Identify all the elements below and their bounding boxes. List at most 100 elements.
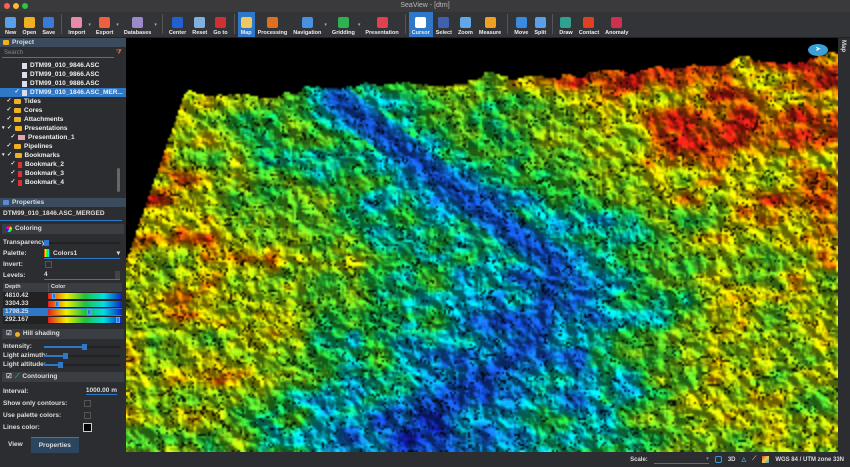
processing-button[interactable]: Processing	[255, 12, 291, 37]
scale-select[interactable]: ▾	[653, 456, 709, 464]
move-button[interactable]: Move	[511, 12, 531, 37]
contouring-section[interactable]: ☑ ⟋ Contouring	[2, 372, 124, 382]
chevron-down-icon[interactable]: ▾	[324, 22, 327, 28]
checkbox[interactable]: ✓	[10, 178, 16, 187]
close-window-button[interactable]	[4, 3, 10, 9]
checkbox[interactable]: ✓	[10, 169, 16, 178]
project-tree: DTM99_010_9846.ASC DTM99_010_9866.ASC DTM9…	[0, 61, 126, 187]
ruler-icon[interactable]: ⟋	[752, 456, 756, 463]
depth-row[interactable]: 1798.25	[3, 308, 122, 316]
expand-arrow-icon[interactable]: ▾	[2, 124, 5, 133]
triangle-icon[interactable]: △	[741, 456, 746, 463]
compass-icon[interactable]: ➤	[808, 44, 828, 56]
tree-item[interactable]: ✓ Cores	[0, 106, 126, 115]
chevron-down-icon[interactable]: ▾	[358, 22, 361, 28]
navigation-button[interactable]: Navigation	[290, 12, 324, 37]
save-button[interactable]: Save	[39, 12, 58, 37]
tree-item[interactable]: ✓ Presentation_1	[0, 133, 126, 142]
lines-color-swatch[interactable]	[83, 422, 92, 432]
tree-item[interactable]: ✓ Bookmark_3	[0, 169, 126, 178]
show-only-contours-checkbox[interactable]	[84, 399, 91, 407]
open-button[interactable]: Open	[19, 12, 39, 37]
chevron-down-icon[interactable]: ▾	[88, 22, 91, 28]
interval-input[interactable]: 1000.00 m	[85, 387, 117, 395]
use-palette-colors-checkbox[interactable]	[84, 411, 91, 419]
maximize-window-button[interactable]	[22, 3, 28, 9]
checkbox[interactable]: ✓	[6, 97, 12, 106]
tree-item[interactable]: ✓ Bookmark_2	[0, 160, 126, 169]
tree-item[interactable]: ✓ DTM99_010_1846.ASC_MER...	[0, 88, 126, 97]
gridding-button[interactable]: Gridding	[329, 12, 358, 37]
checkbox[interactable]: ✓	[6, 142, 12, 151]
cursor-button[interactable]: Cursor	[408, 12, 433, 37]
tree-item[interactable]: DTM99_010_9866.ASC	[0, 70, 126, 79]
tree-item[interactable]: ▾ ✓ Bookmarks	[0, 151, 126, 160]
checkbox[interactable]: ✓	[14, 88, 20, 97]
color-gradient-slider[interactable]	[48, 301, 122, 307]
coloring-section[interactable]: Coloring	[2, 224, 124, 234]
color-gradient-slider[interactable]	[48, 293, 122, 299]
checkbox[interactable]: ✓	[7, 151, 13, 160]
3d-toggle[interactable]: 3D	[728, 457, 736, 463]
checkbox[interactable]: ✓	[6, 106, 12, 115]
light-altitude-slider[interactable]	[44, 361, 120, 368]
hill-shading-section[interactable]: ☑ Hill shading	[2, 329, 124, 339]
map-view[interactable]: ➤	[126, 38, 838, 452]
color-gradient-slider[interactable]	[48, 309, 122, 315]
contact-button[interactable]: Contact	[576, 12, 602, 37]
filter-icon[interactable]: ⧩	[116, 49, 122, 57]
layers-icon[interactable]	[714, 456, 722, 463]
tree-item[interactable]: ✓ Pipelines	[0, 142, 126, 151]
map-button[interactable]: Map	[237, 12, 255, 37]
tree-item[interactable]: DTM99_010_9846.ASC	[0, 61, 126, 70]
tree-item[interactable]: ✓ Tides	[0, 97, 126, 106]
depth-row[interactable]: 4810.42	[3, 292, 122, 300]
invert-checkbox[interactable]	[45, 261, 52, 268]
draw-button[interactable]: Draw	[556, 12, 575, 37]
center-button[interactable]: Center	[166, 12, 189, 37]
tree-item[interactable]: ▾ ✓ Presentations	[0, 124, 126, 133]
anomaly-icon	[611, 17, 623, 28]
tree-item[interactable]: ✓ Bookmark_4	[0, 178, 126, 187]
presentation-button[interactable]: Presentation	[362, 12, 401, 37]
anomaly-button[interactable]: Anomaly	[602, 12, 631, 37]
tree-item[interactable]: DTM99_010_9886.ASC	[0, 79, 126, 88]
new-button[interactable]: New	[2, 12, 19, 37]
levels-stepper[interactable]: 4	[44, 271, 120, 280]
checkbox[interactable]: ✓	[10, 133, 16, 142]
depth-row[interactable]: 3304.33	[3, 300, 122, 308]
checkbox[interactable]: ✓	[7, 124, 13, 133]
select-button[interactable]: Select	[433, 12, 455, 37]
expand-arrow-icon[interactable]: ▾	[2, 151, 5, 160]
checkbox-checked-icon[interactable]: ☑	[6, 372, 12, 382]
depth-row[interactable]: 292.167	[3, 316, 122, 324]
terrain-3d-render[interactable]	[126, 38, 838, 452]
minimize-window-button[interactable]	[13, 3, 19, 9]
intensity-slider[interactable]	[44, 343, 120, 350]
checkbox[interactable]: ✓	[10, 160, 16, 169]
tab-properties[interactable]: Properties	[30, 437, 79, 453]
import-button[interactable]: Import	[65, 12, 88, 37]
palette-select[interactable]: Colors1 ▾	[44, 249, 120, 259]
chevron-down-icon[interactable]: ▾	[116, 22, 119, 28]
chevron-down-icon[interactable]: ▾	[154, 22, 157, 28]
color-gradient-slider[interactable]	[48, 317, 122, 323]
databases-button[interactable]: Databases	[121, 12, 155, 37]
project-search-input[interactable]: Search	[2, 49, 114, 58]
zoom-button[interactable]: Zoom	[455, 12, 476, 37]
palette-icon[interactable]	[762, 456, 770, 463]
export-button[interactable]: Export	[93, 12, 116, 37]
go-to-button[interactable]: Go to	[210, 12, 230, 37]
measure-button[interactable]: Measure	[476, 12, 504, 37]
split-button[interactable]: Split	[531, 12, 549, 37]
tab-view[interactable]: View	[0, 437, 31, 453]
checkbox-checked-icon[interactable]: ☑	[6, 329, 12, 339]
folder-icon	[14, 99, 21, 104]
transparency-slider[interactable]	[44, 239, 120, 246]
reset-button[interactable]: Reset	[189, 12, 210, 37]
checkbox[interactable]: ✓	[6, 115, 12, 124]
map-side-tab[interactable]: Map	[840, 40, 846, 52]
tree-scrollbar[interactable]	[117, 168, 120, 192]
tree-item[interactable]: ✓ Attachments	[0, 115, 126, 124]
light-azimuth-slider[interactable]	[44, 352, 120, 359]
